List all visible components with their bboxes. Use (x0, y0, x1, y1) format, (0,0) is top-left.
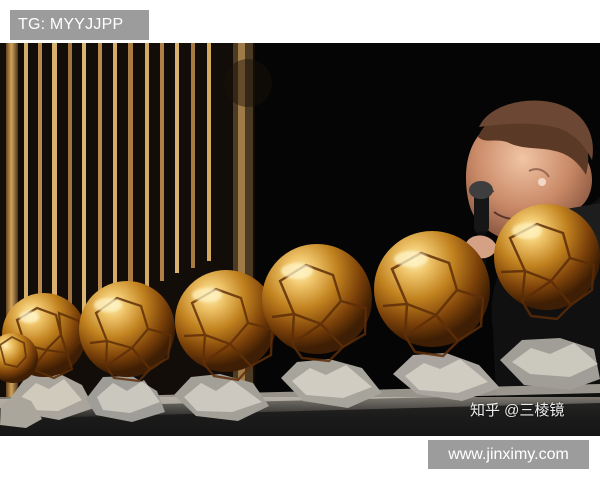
photo-credit-watermark: 知乎 @三棱镜 (470, 402, 565, 419)
bottom-watermark-label: www.jinximy.com (428, 440, 589, 469)
top-watermark-label: TG: MYYJJPP (10, 10, 149, 40)
gold-ball-trophy-icon (174, 270, 277, 421)
image-page: TG: MYYJJPP 知乎 @三棱镜 www.jinximy.com (0, 0, 600, 480)
gold-ball-trophy-icon (79, 281, 175, 422)
ballon-dor-photo (0, 43, 600, 436)
photo-illustration (0, 43, 600, 436)
